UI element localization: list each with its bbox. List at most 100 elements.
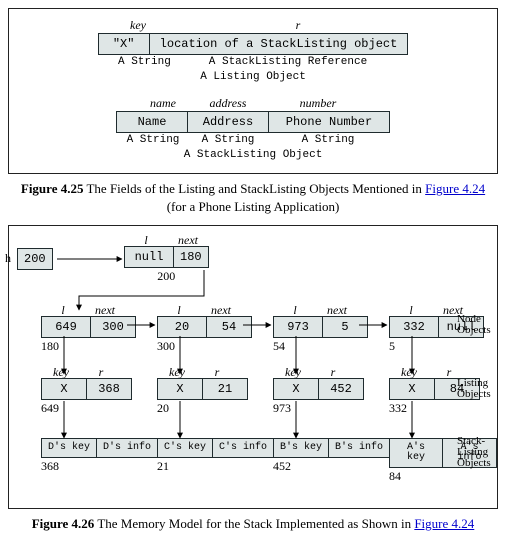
h-value: 200 [17,248,53,270]
stacklisting-object: C's keyC's info 21 [157,438,274,472]
cell-key-value: "X" [98,33,150,55]
caption-text-a: The Fields of the Listing and StackListi… [83,181,425,196]
listing-label-key: key [41,366,81,378]
figure-4-26-caption: Figure 4.26 The Memory Model for the Sta… [18,515,488,533]
node-object: lnext2054 300 [157,304,252,352]
listing-object-diagram: key r "X" location of a StackListing obj… [17,19,489,83]
caption-26-text: The Memory Model for the Stack Implement… [94,516,414,531]
node-next-value: 300 [91,316,136,338]
listing-object: keyrX452 973 [273,366,364,414]
listing-r-value: 21 [203,378,248,400]
node-address: 5 [389,340,484,352]
object-label-stacklisting: A StackListing Object [184,150,323,161]
listing-r-value: 368 [87,378,132,400]
field-header-name: name [133,97,193,109]
node-l-value: 332 [389,316,439,338]
node-label-l: l [157,304,201,316]
type-label-string: A String [118,57,178,68]
field-header-number: number [263,97,373,109]
object-label-listing: A Listing Object [200,72,306,83]
stacklisting-address: 84 [389,470,497,482]
node-l-value: 649 [41,316,91,338]
listing-key-value: X [157,378,203,400]
node-label-l: l [41,304,85,316]
side-label-node: Node Objects [457,314,493,336]
caption-fig-num: Figure 4.25 [21,181,84,196]
listing-label-key: key [389,366,429,378]
listing-object-box: "X" location of a StackListing object [98,33,409,55]
cell-address-value: Address [188,111,269,133]
listing-key-value: X [41,378,87,400]
listing-r-value: 452 [319,378,364,400]
type-label-stacklisting-ref: A StackListing Reference [188,57,388,68]
caption-fig-num-26: Figure 4.26 [32,516,95,531]
node-label-next: next [85,304,125,316]
side-label-stacklisting: Stack-Listing Objects [457,436,493,469]
type-label-string3: A String [193,135,263,146]
listing-object: keyrX21 20 [157,366,248,414]
figure-4-25-panel: key r "X" location of a StackListing obj… [8,8,498,174]
field-header-key: key [108,19,168,31]
node-object: lnext9735 54 [273,304,368,352]
stacklisting-object: B's keyB's info 452 [273,438,390,472]
stacklisting-key: C's key [157,438,213,458]
head-node-l: null [124,246,174,268]
listing-label-key: key [273,366,313,378]
node-label-next: next [317,304,357,316]
listing-address: 973 [273,402,364,414]
type-label-string2: A String [123,135,183,146]
stacklisting-info: D's info [97,438,158,458]
stacklisting-info: C's info [213,438,274,458]
head-node-label-l: l [124,234,168,246]
field-header-address: address [193,97,263,109]
head-node: l next null 180 200 [124,234,209,282]
stacklisting-object-diagram: name address number Name Address Phone N… [17,97,489,161]
node-address: 180 [41,340,136,352]
stacklisting-address: 21 [157,460,274,472]
figure-4-24-link-2[interactable]: Figure 4.24 [414,516,474,531]
h-box: h 200 [17,248,53,270]
node-address: 300 [157,340,252,352]
stacklisting-object: D's keyD's info 368 [41,438,158,472]
figure-4-24-link[interactable]: Figure 4.24 [425,181,485,196]
head-node-addr: 200 [124,270,209,282]
figure-4-25-caption: Figure 4.25 The Fields of the Listing an… [18,180,488,215]
stacklisting-address: 368 [41,460,158,472]
listing-label-key: key [157,366,197,378]
listing-key-value: X [273,378,319,400]
side-label-listing: Listing Objects [457,378,493,400]
node-l-value: 973 [273,316,323,338]
type-label-string4: A String [273,135,383,146]
cell-r-value: location of a StackListing object [150,33,409,55]
head-node-label-next: next [168,234,208,246]
node-label-l: l [273,304,317,316]
figure-4-26-panel: h 200 l next null 180 200 lnext649300180… [8,225,498,509]
stacklisting-object-box: Name Address Phone Number [116,111,390,133]
node-l-value: 20 [157,316,207,338]
stacklisting-key: D's key [41,438,97,458]
node-label-next: next [201,304,241,316]
listing-label-r: r [81,366,121,378]
h-label: h [5,252,11,264]
listing-label-r: r [313,366,353,378]
node-object: lnext649300 180 [41,304,136,352]
listing-object: keyrX368 649 [41,366,132,414]
listing-label-r: r [197,366,237,378]
stacklisting-address: 452 [273,460,390,472]
field-header-r: r [198,19,398,31]
listing-key-value: X [389,378,435,400]
stacklisting-info: B's info [329,438,390,458]
listing-address: 20 [157,402,248,414]
node-next-value: 5 [323,316,368,338]
caption-text-b: (for a Phone Listing Application) [167,199,340,214]
stacklisting-key: B's key [273,438,329,458]
cell-number-value: Phone Number [269,111,390,133]
node-label-l: l [389,304,433,316]
node-next-value: 54 [207,316,252,338]
node-address: 54 [273,340,368,352]
cell-name-value: Name [116,111,188,133]
listing-address: 332 [389,402,480,414]
head-node-next: 180 [174,246,209,268]
stacklisting-key: A's key [389,438,443,468]
listing-address: 649 [41,402,132,414]
